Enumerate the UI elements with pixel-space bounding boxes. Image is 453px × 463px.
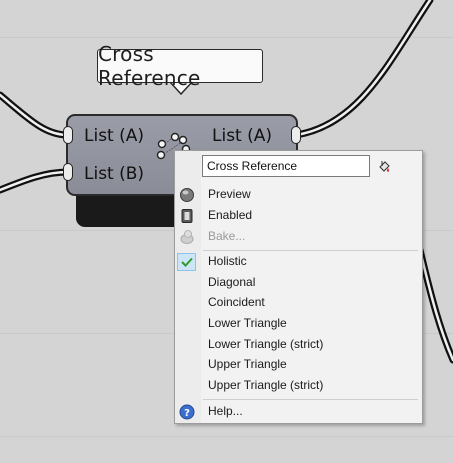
menu-item-label: Lower Triangle: [208, 316, 287, 330]
input-port-a-grip[interactable]: [63, 126, 73, 144]
menu-item-upper-triangle[interactable]: Upper Triangle: [175, 355, 422, 375]
menu-item-label: Holistic: [208, 254, 247, 268]
menu-item-label: Lower Triangle (strict): [208, 337, 324, 351]
menu-item-label: Bake...: [208, 229, 246, 243]
menu-item-label: Preview: [208, 187, 251, 201]
menu-item-upper-triangle-strict[interactable]: Upper Triangle (strict): [175, 376, 422, 396]
menu-item-label: Help...: [208, 404, 243, 418]
input-port-b-label[interactable]: List (B): [84, 164, 144, 184]
menu-item-label: Enabled: [208, 208, 253, 222]
menu-separator: [203, 250, 418, 251]
tooltip-bubble: Cross Reference: [97, 42, 263, 90]
menu-item-coincident[interactable]: Coincident: [175, 293, 422, 313]
checkmark-icon: [181, 257, 193, 267]
menu-item-label: Upper Triangle (strict): [208, 378, 324, 392]
paint-bucket-icon[interactable]: [376, 158, 392, 174]
menu-item-label: Diagonal: [208, 275, 256, 289]
menu-item-enabled[interactable]: Enabled: [175, 206, 422, 226]
menu-item-lower-triangle-strict[interactable]: Lower Triangle (strict): [175, 335, 422, 355]
bake-icon: [180, 230, 194, 244]
menu-item-bake[interactable]: Bake...: [175, 227, 422, 247]
menu-item-preview[interactable]: Preview: [175, 185, 422, 205]
output-port-a-grip[interactable]: [291, 126, 301, 144]
menu-item-lower-triangle[interactable]: Lower Triangle: [175, 314, 422, 334]
help-icon: ?: [179, 404, 195, 420]
menu-item-help[interactable]: ? Help...: [175, 402, 422, 422]
menu-item-diagonal[interactable]: Diagonal: [175, 273, 422, 293]
enabled-icon: [181, 209, 193, 223]
preview-icon: [180, 188, 194, 202]
output-port-a-label[interactable]: List (A): [212, 126, 272, 146]
input-port-b-grip[interactable]: [63, 163, 73, 181]
component-name-input[interactable]: [202, 155, 370, 177]
menu-item-label: Coincident: [208, 295, 265, 309]
menu-item-label: Upper Triangle: [208, 357, 287, 371]
tooltip-title: Cross Reference: [98, 42, 201, 90]
context-menu: Preview Enabled Bake... Holistic Diagona…: [174, 150, 423, 424]
menu-separator: [203, 399, 418, 400]
input-port-a-label[interactable]: List (A): [84, 126, 144, 146]
svg-text:?: ?: [184, 408, 190, 419]
menu-item-holistic[interactable]: Holistic: [175, 252, 422, 272]
